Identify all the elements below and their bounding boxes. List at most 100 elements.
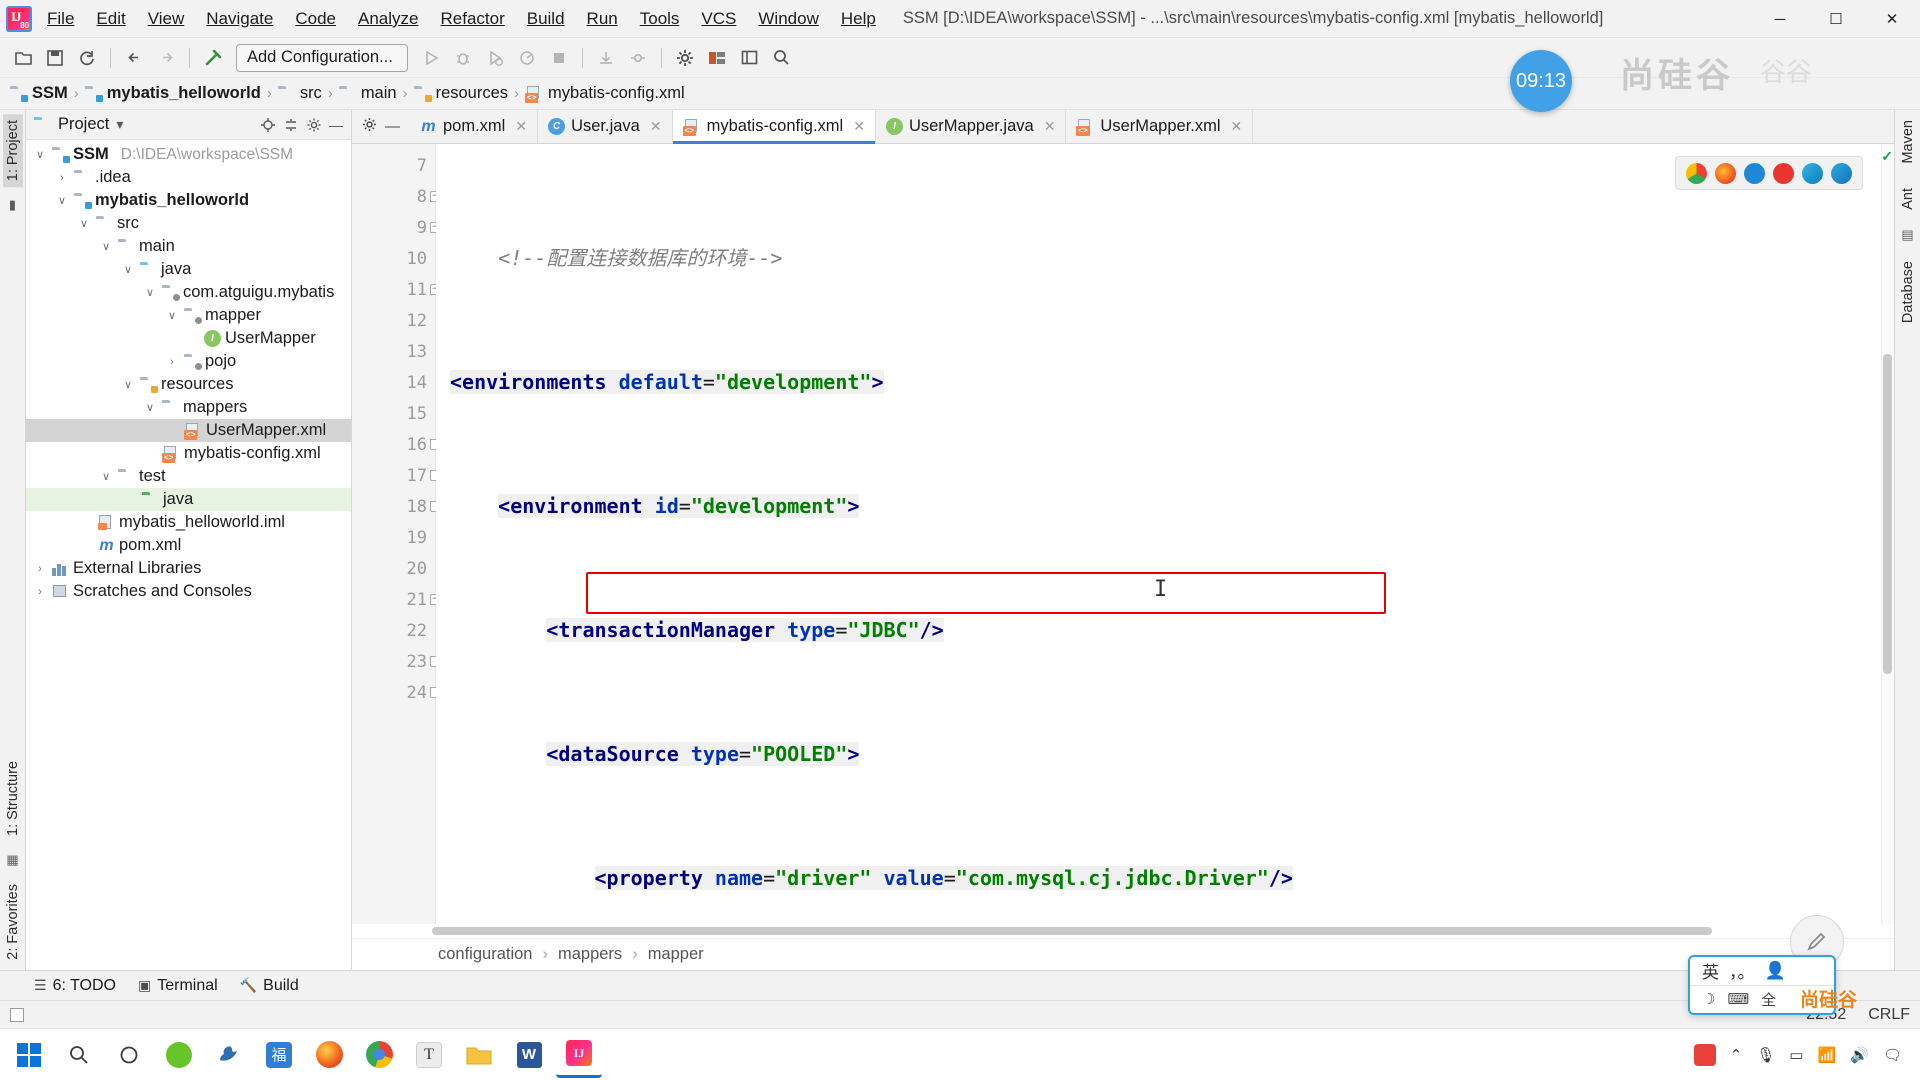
taskbar-word[interactable]: W	[506, 1032, 552, 1078]
keyboard-icon[interactable]: ⌨	[1727, 990, 1749, 1008]
structure-grid-icon[interactable]: ▦	[6, 852, 18, 868]
menu-build[interactable]: Build	[516, 4, 576, 33]
taskbar-firefox[interactable]	[306, 1032, 352, 1078]
tree-item-scratches-and-consoles[interactable]: › Scratches and Consoles	[26, 580, 351, 603]
chevron-down-icon[interactable]: ∨	[142, 401, 158, 414]
tool-window-favorites[interactable]: 2: Favorites	[3, 878, 23, 966]
edge-icon[interactable]	[1802, 162, 1823, 184]
update-project-icon[interactable]	[591, 43, 621, 73]
tool-window-ant[interactable]: Ant	[1898, 182, 1918, 216]
close-button[interactable]: ✕	[1864, 0, 1920, 38]
taskbar-typora[interactable]: T	[406, 1032, 452, 1078]
chevron-down-icon[interactable]: ∨	[98, 470, 114, 483]
gear-settings-icon[interactable]	[670, 43, 700, 73]
tree-item-usermapper-xml[interactable]: <> UserMapper.xml	[26, 419, 351, 442]
tool-window-structure[interactable]: 1: Structure	[3, 755, 23, 842]
chevron-down-icon[interactable]: ▾	[116, 116, 123, 133]
firefox-icon[interactable]	[1715, 162, 1736, 184]
menu-edit[interactable]: Edit	[85, 4, 136, 33]
tree-item-java-test[interactable]: java	[26, 488, 351, 511]
sync-icon[interactable]	[72, 43, 102, 73]
menu-analyze[interactable]: Analyze	[347, 4, 429, 33]
taskbar-app-fu[interactable]: 福	[256, 1032, 302, 1078]
open-folder-icon[interactable]	[8, 43, 38, 73]
editor-tab-user-java[interactable]: C User.java ✕	[538, 110, 673, 143]
tree-item-pom-xml[interactable]: m pom.xml	[26, 534, 351, 557]
editor-tab-pom-xml[interactable]: m pom.xml ✕	[410, 110, 539, 143]
chevron-down-icon[interactable]: ∨	[98, 240, 114, 253]
search-everywhere-icon[interactable]	[766, 43, 796, 73]
close-icon[interactable]: ✕	[515, 118, 527, 135]
code-editor[interactable]: 7 8 9 10 11 12 13 14 15 16 17 18 19 20 2…	[352, 144, 1894, 924]
tree-item-test[interactable]: ∨ test	[26, 465, 351, 488]
hide-panel-icon[interactable]: —	[329, 117, 343, 133]
tree-item-resources[interactable]: ∨ resources	[26, 373, 351, 396]
tree-item-java-main[interactable]: ∨ java	[26, 258, 351, 281]
breadcrumb-item-ssm[interactable]: SSM	[10, 84, 68, 103]
save-icon[interactable]	[40, 43, 70, 73]
chevron-down-icon[interactable]: ∨	[76, 217, 92, 230]
taskbar-file-explorer[interactable]	[456, 1032, 502, 1078]
tree-item-package-pojo[interactable]: › pojo	[26, 350, 351, 373]
menu-run[interactable]: Run	[576, 4, 629, 33]
run-icon[interactable]	[416, 43, 446, 73]
tree-item-main[interactable]: ∨ main	[26, 235, 351, 258]
taskbar-app-bird[interactable]	[206, 1032, 252, 1078]
tree-item-iml-file[interactable]: mybatis_helloworld.iml	[26, 511, 351, 534]
settings-gear-icon[interactable]	[362, 117, 377, 136]
close-icon[interactable]: ✕	[853, 118, 865, 135]
crumb-mapper[interactable]: mapper	[648, 945, 704, 964]
chevron-down-icon[interactable]: ∨	[142, 286, 158, 299]
chrome-icon[interactable]	[1686, 162, 1707, 184]
gear-icon[interactable]	[306, 117, 322, 133]
menu-window[interactable]: Window	[747, 4, 829, 33]
breadcrumb-item-resources[interactable]: resources	[414, 84, 508, 103]
person-icon[interactable]: 👤	[1765, 961, 1786, 981]
notification-icon[interactable]: 🗨	[1883, 1046, 1902, 1064]
arrow-back-icon[interactable]	[119, 43, 149, 73]
chevron-down-icon[interactable]: ∨	[32, 148, 48, 161]
tree-item-idea[interactable]: › .idea	[26, 166, 351, 189]
code-text[interactable]: <!--配置连接数据库的环境--> <environments default=…	[436, 144, 1881, 924]
ime-language-label[interactable]: 英	[1702, 958, 1719, 983]
database-table-icon[interactable]: ▤	[1901, 227, 1913, 243]
chevron-down-icon[interactable]: ∨	[120, 263, 136, 276]
breadcrumb-item-mybatis-config[interactable]: <> mybatis-config.xml	[525, 84, 685, 103]
breadcrumb-item-main[interactable]: main	[339, 84, 397, 103]
chevron-down-icon[interactable]: ∨	[120, 378, 136, 391]
hammer-build-icon[interactable]	[198, 43, 228, 73]
internet-explorer-icon[interactable]	[1831, 162, 1852, 184]
minimize-button[interactable]: ─	[1752, 0, 1808, 38]
tree-item-mybatis-config-xml[interactable]: <> mybatis-config.xml	[26, 442, 351, 465]
editor-tab-mybatis-config-xml[interactable]: <> mybatis-config.xml ✕	[672, 110, 876, 144]
tree-item-mappers-folder[interactable]: ∨ mappers	[26, 396, 351, 419]
project-files-icon[interactable]: ▮	[9, 197, 16, 213]
menu-help[interactable]: Help	[830, 4, 887, 33]
tool-window-database[interactable]: Database	[1898, 255, 1918, 329]
volume-icon[interactable]: 🔊	[1850, 1046, 1869, 1064]
tree-item-ssm[interactable]: ∨ SSM D:\IDEA\workspace\SSM	[26, 143, 351, 166]
tool-window-todo[interactable]: ☰ 6: TODO	[34, 977, 116, 995]
stop-icon[interactable]	[544, 43, 574, 73]
ime-punctuation-label[interactable]: ，。	[1729, 958, 1755, 983]
opera-icon[interactable]	[1773, 162, 1794, 184]
menu-code[interactable]: Code	[284, 4, 347, 33]
menu-navigate[interactable]: Navigate	[195, 4, 284, 33]
tree-item-external-libraries[interactable]: › External Libraries	[26, 557, 351, 580]
tree-item-package-com-atguigu-mybatis[interactable]: ∨ com.atguigu.mybatis	[26, 281, 351, 304]
scrollbar-thumb[interactable]	[1883, 354, 1892, 674]
edge-legacy-icon[interactable]	[1744, 162, 1765, 184]
chevron-right-icon[interactable]: ›	[32, 563, 48, 575]
taskbar-app-green[interactable]	[156, 1032, 202, 1078]
sogou-icon[interactable]	[1693, 1043, 1716, 1066]
tool-window-terminal[interactable]: ▣ Terminal	[138, 977, 218, 995]
commit-icon[interactable]	[623, 43, 653, 73]
arrow-forward-icon[interactable]	[151, 43, 181, 73]
chevron-up-icon[interactable]: ⌃	[1730, 1046, 1743, 1064]
tree-item-package-mapper[interactable]: ∨ mapper	[26, 304, 351, 327]
editor-tab-usermapper-xml[interactable]: <> UserMapper.xml ✕	[1066, 110, 1254, 143]
close-icon[interactable]: ✕	[650, 118, 662, 135]
menu-view[interactable]: View	[137, 4, 196, 33]
menu-vcs[interactable]: VCS	[690, 4, 747, 33]
floating-clock-widget[interactable]: 09:13	[1510, 50, 1572, 112]
